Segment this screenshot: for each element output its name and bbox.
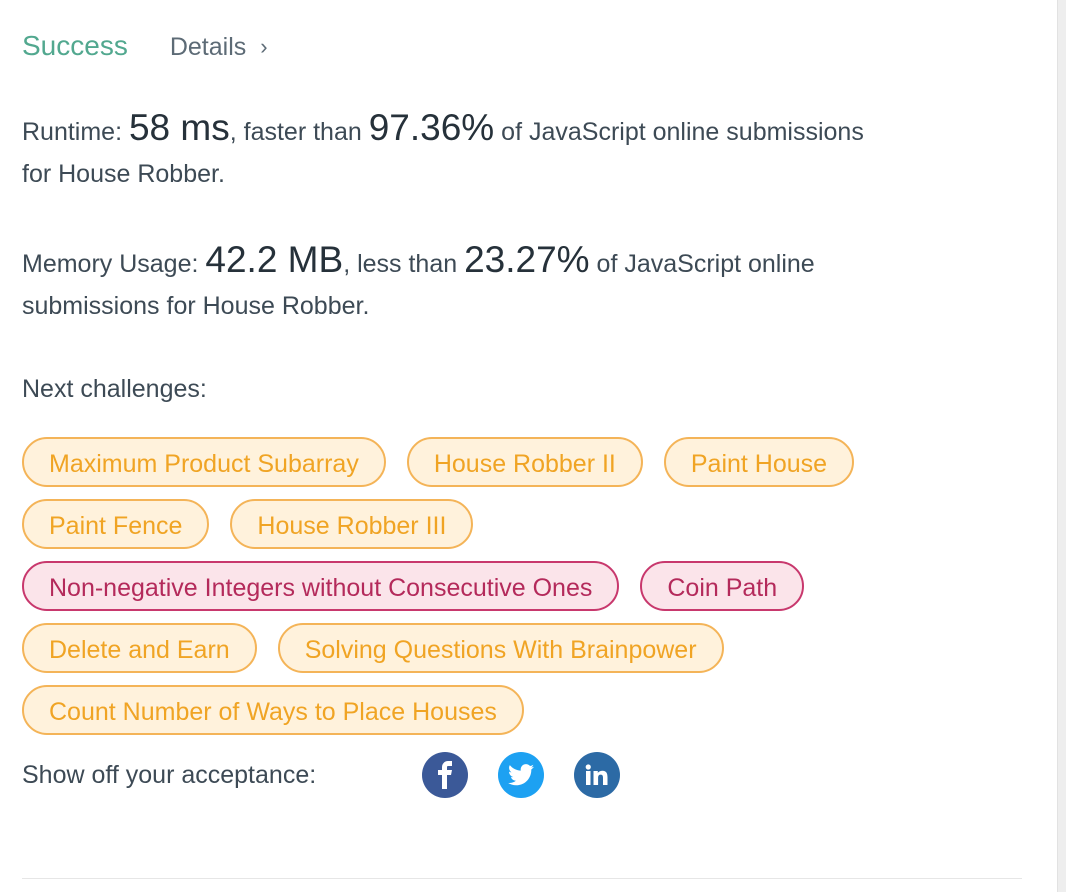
challenge-row: Non-negative Integers without Consecutiv…: [22, 561, 962, 611]
share-row: Show off your acceptance:: [22, 751, 1022, 799]
share-label: Show off your acceptance:: [22, 760, 317, 789]
challenge-tag[interactable]: House Robber III: [230, 499, 474, 549]
memory-stat: Memory Usage: 42.2 MB, less than 23.27% …: [22, 239, 1012, 327]
memory-problem: submissions for House Robber.: [22, 292, 370, 320]
details-link[interactable]: Details ›: [170, 33, 268, 62]
memory-suffix: of JavaScript online: [589, 250, 815, 278]
runtime-suffix: of JavaScript online submissions: [494, 118, 864, 146]
twitter-icon[interactable]: [498, 752, 544, 798]
challenge-tag[interactable]: Delete and Earn: [22, 623, 257, 673]
memory-middle: , less than: [343, 250, 465, 278]
challenge-tag[interactable]: Maximum Product Subarray: [22, 437, 386, 487]
runtime-prefix: Runtime:: [22, 118, 129, 146]
memory-prefix: Memory Usage:: [22, 250, 206, 278]
bottom-divider: [22, 878, 1022, 879]
linkedin-icon[interactable]: [574, 752, 620, 798]
facebook-icon[interactable]: [422, 752, 468, 798]
runtime-value: 58 ms: [128, 107, 230, 148]
challenge-row: Delete and Earn Solving Questions With Br…: [22, 623, 962, 673]
runtime-problem: for House Robber.: [22, 160, 225, 188]
challenge-tag[interactable]: Count Number of Ways to Place Houses: [22, 685, 524, 735]
challenge-tag[interactable]: Paint Fence: [22, 499, 210, 549]
challenge-row: Paint Fence House Robber III: [22, 499, 962, 549]
challenge-row: Count Number of Ways to Place Houses: [22, 685, 962, 735]
challenge-tag[interactable]: Non-negative Integers without Consecutiv…: [22, 561, 620, 611]
next-challenges-list: Maximum Product Subarray House Robber II P…: [22, 437, 962, 735]
status-row: Success Details ›: [22, 30, 1022, 74]
challenge-tag[interactable]: House Robber II: [406, 437, 643, 487]
challenge-tag[interactable]: Paint House: [663, 437, 855, 487]
status-success-label: Success: [22, 30, 128, 61]
next-challenges-label: Next challenges:: [22, 375, 207, 403]
challenge-row: Maximum Product Subarray House Robber II P…: [22, 437, 962, 487]
chevron-right-icon: ›: [260, 33, 268, 59]
right-scroll-rail: [1057, 0, 1066, 892]
submission-result-panel: Success Details › Runtime: 58 ms, faster…: [22, 30, 1022, 799]
challenge-tag[interactable]: Coin Path: [640, 561, 805, 611]
challenge-tag[interactable]: Solving Questions With Brainpower: [277, 623, 724, 673]
runtime-percent: 97.36%: [368, 107, 495, 148]
details-label: Details: [169, 33, 247, 61]
memory-value: 42.2 MB: [205, 239, 344, 280]
runtime-middle: , faster than: [229, 118, 369, 146]
runtime-stat: Runtime: 58 ms, faster than 97.36% of Ja…: [22, 107, 1012, 195]
memory-percent: 23.27%: [464, 239, 590, 280]
